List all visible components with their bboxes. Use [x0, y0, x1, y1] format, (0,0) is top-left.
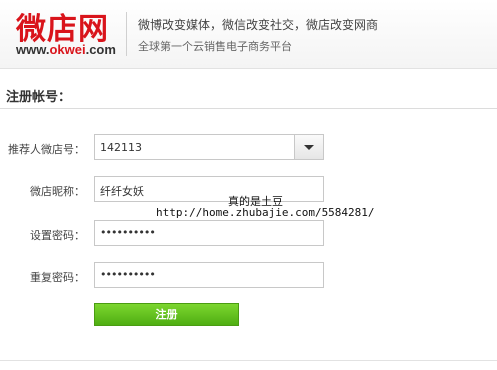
referrer-label: 推荐人微店号：: [8, 143, 85, 156]
password-label: 设置密码：: [30, 229, 85, 242]
confirm-password-input[interactable]: ••••••••••: [94, 262, 324, 288]
slogan: 微博改变媒体，微信改变社交，微店改变网商: [138, 18, 379, 32]
footer-divider: [0, 360, 497, 361]
confirm-password-label: 重复密码：: [30, 271, 85, 284]
confirm-password-mask: ••••••••••: [100, 268, 156, 281]
subslogan: 全球第一个云销售电子商务平台: [138, 40, 292, 53]
site-header: 微店网 www.okwei.com 微博改变媒体，微信改变社交，微店改变网商 全…: [0, 0, 497, 69]
dropdown-button[interactable]: [294, 135, 323, 159]
password-mask: ••••••••••: [100, 226, 156, 239]
referrer-row: 推荐人微店号： 142113: [0, 134, 497, 162]
password-row: 设置密码： ••••••••••: [0, 220, 497, 248]
header-divider: [126, 12, 127, 56]
section-title: 注册帐号：: [6, 90, 72, 105]
logo-url: www.okwei.com: [16, 42, 116, 57]
logo-url-prefix: www.: [16, 42, 50, 57]
password-input[interactable]: ••••••••••: [94, 220, 324, 246]
watermark-url: http://home.zhubajie.com/5584281/: [156, 206, 375, 219]
referrer-select[interactable]: 142113: [94, 134, 324, 160]
chevron-down-icon: [304, 145, 314, 150]
nickname-input[interactable]: 纤纤女妖: [94, 176, 324, 202]
logo-url-suffix: .com: [85, 42, 116, 57]
confirm-password-row: 重复密码： ••••••••••: [0, 262, 497, 290]
referrer-value: 142113: [100, 141, 142, 154]
register-button[interactable]: 注册: [94, 303, 239, 326]
nickname-value: 纤纤女妖: [100, 185, 144, 198]
logo-url-accent: okwei: [49, 42, 86, 57]
nickname-label: 微店昵称：: [30, 185, 85, 198]
section-divider: [0, 108, 497, 109]
